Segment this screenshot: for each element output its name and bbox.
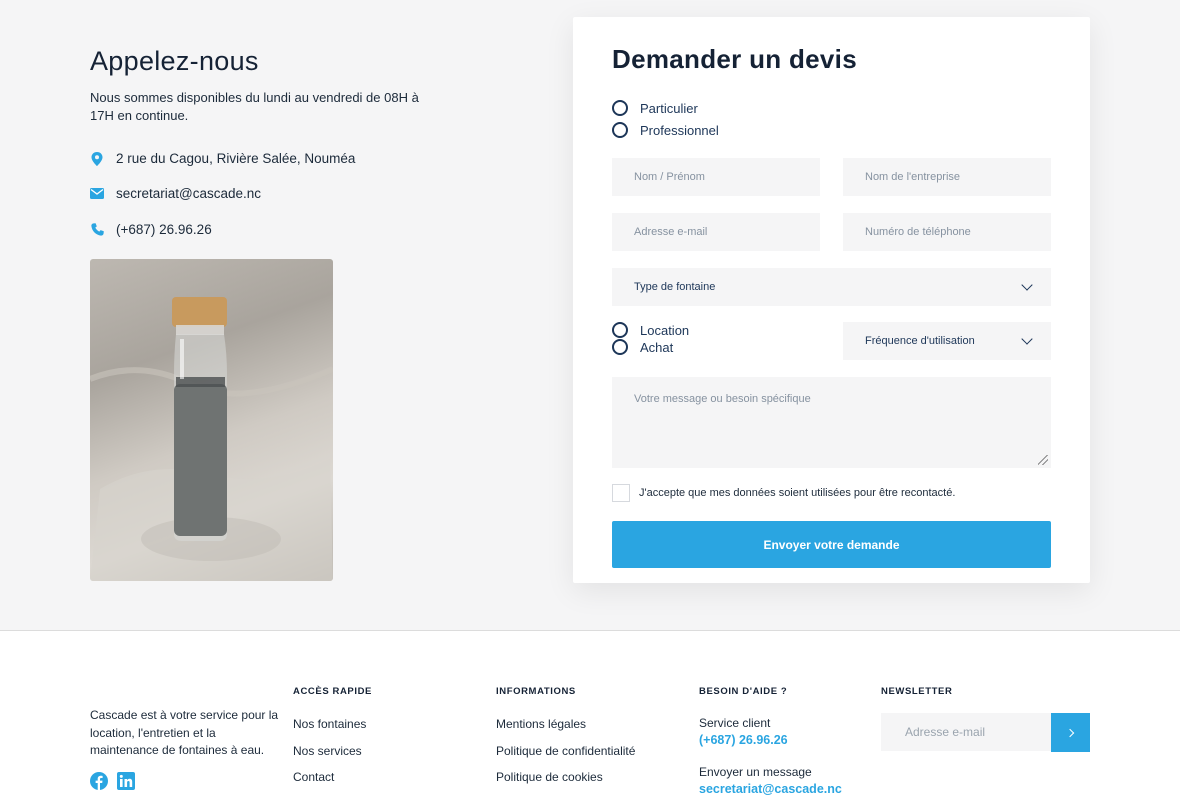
quote-form-card: Demander un devis Particulier Profession…: [573, 17, 1090, 583]
footer-description: Cascade est à votre service pour la loca…: [90, 708, 279, 757]
resize-grip-icon[interactable]: [1038, 455, 1048, 465]
radio-label: Particulier: [640, 100, 698, 116]
radio-achat[interactable]: Achat: [612, 339, 673, 355]
fountain-type-select[interactable]: Type de fontaine: [612, 268, 1051, 306]
linkedin-icon[interactable]: [117, 772, 135, 790]
facebook-icon[interactable]: [90, 772, 108, 790]
email-field[interactable]: Adresse e-mail: [612, 213, 820, 251]
footer-link-contact[interactable]: Contact: [293, 770, 334, 784]
submit-button[interactable]: Envoyer votre demande: [612, 521, 1051, 568]
footer-heading-help: BESOIN D'AIDE ?: [699, 686, 788, 697]
email-placeholder: Adresse e-mail: [634, 226, 708, 238]
phone-icon: [90, 223, 104, 237]
footer-heading-newsletter: NEWSLETTER: [881, 686, 953, 697]
radio-label: Achat: [640, 339, 674, 355]
footer-link-confidentialite[interactable]: Politique de confidentialité: [496, 744, 635, 758]
chevron-down-icon: [1021, 279, 1033, 291]
chevron-right-icon: [1065, 728, 1074, 737]
footer-heading-informations: INFORMATIONS: [496, 686, 576, 697]
radio-label: Location: [640, 322, 690, 338]
fountain-type-value: Type de fontaine: [634, 281, 716, 293]
contact-description: Nous sommes disponibles du lundi au vend…: [90, 90, 419, 123]
newsletter-submit-button[interactable]: [1051, 713, 1090, 752]
frequency-select[interactable]: Fréquence d'utilisation: [843, 322, 1051, 360]
name-placeholder: Nom / Prénom: [634, 171, 705, 183]
radio-circle[interactable]: [612, 100, 628, 116]
message-label: Envoyer un message: [699, 765, 812, 779]
radio-particulier[interactable]: Particulier: [612, 100, 698, 116]
bottle-in-sand-photo: [90, 259, 333, 581]
footer-link-fontaines[interactable]: Nos fontaines: [293, 717, 366, 731]
newsletter-placeholder: Adresse e-mail: [905, 725, 986, 739]
company-placeholder: Nom de l'entreprise: [865, 171, 961, 183]
radio-location[interactable]: Location: [612, 322, 689, 338]
service-client-label: Service client: [699, 716, 771, 730]
envelope-icon: [90, 187, 104, 201]
email-text[interactable]: secretariat@cascade.nc: [116, 186, 261, 201]
quote-form-title: Demander un devis: [612, 44, 857, 74]
phone-field[interactable]: Numéro de téléphone: [843, 213, 1051, 251]
message-email[interactable]: secretariat@cascade.nc: [699, 782, 842, 796]
frequency-value: Fréquence d'utilisation: [865, 335, 975, 347]
consent-checkbox[interactable]: [612, 484, 630, 502]
contact-phone[interactable]: (+687) 26.96.26: [90, 222, 212, 237]
radio-label: Professionnel: [640, 122, 719, 138]
radio-circle[interactable]: [612, 339, 628, 355]
message-placeholder: Votre message ou besoin spécifique: [634, 393, 811, 405]
address-text: 2 rue du Cagou, Rivière Salée, Nouméa: [116, 151, 356, 166]
newsletter-email-input[interactable]: Adresse e-mail: [881, 713, 1051, 751]
phone-text[interactable]: (+687) 26.96.26: [116, 222, 212, 237]
map-pin-icon: [90, 151, 104, 166]
chevron-down-icon: [1021, 333, 1033, 345]
service-client-phone[interactable]: (+687) 26.96.26: [699, 733, 788, 747]
contact-email[interactable]: secretariat@cascade.nc: [90, 186, 261, 201]
footer-link-mentions[interactable]: Mentions légales: [496, 717, 586, 731]
phone-placeholder: Numéro de téléphone: [865, 226, 971, 238]
footer-link-cookies[interactable]: Politique de cookies: [496, 770, 603, 784]
contact-title: Appelez-nous: [90, 46, 259, 76]
footer-heading-quick-access: ACCÈS RAPIDE: [293, 686, 372, 697]
company-field[interactable]: Nom de l'entreprise: [843, 158, 1051, 196]
radio-circle[interactable]: [612, 322, 628, 338]
contact-address: 2 rue du Cagou, Rivière Salée, Nouméa: [90, 151, 355, 166]
radio-professionnel[interactable]: Professionnel: [612, 122, 719, 138]
radio-circle[interactable]: [612, 122, 628, 138]
footer-link-services[interactable]: Nos services: [293, 744, 362, 758]
consent-label: J'accepte que mes données soient utilisé…: [639, 487, 956, 499]
contact-section: Appelez-nous Nous sommes disponibles du …: [0, 0, 1180, 631]
name-field[interactable]: Nom / Prénom: [612, 158, 820, 196]
consent-row[interactable]: J'accepte que mes données soient utilisé…: [612, 484, 955, 502]
message-textarea[interactable]: Votre message ou besoin spécifique: [612, 377, 1051, 468]
